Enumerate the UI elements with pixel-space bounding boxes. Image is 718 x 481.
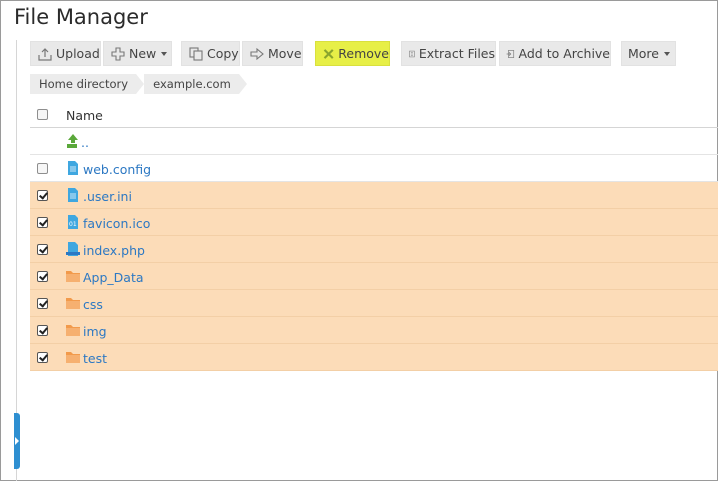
remove-button[interactable]: Remove [315,41,390,66]
chevron-down-icon [664,52,670,56]
side-panel-toggle[interactable] [14,413,20,469]
remove-label: Remove [338,46,389,61]
file-name[interactable]: .. [81,135,89,150]
svg-text:01: 01 [69,221,77,228]
file-name[interactable]: favicon.ico [83,216,150,231]
row-checkbox[interactable] [37,325,48,336]
move-button[interactable]: Move [242,41,303,66]
breadcrumb-domain[interactable]: example.com [144,74,247,94]
up-folder-icon [67,134,78,148]
new-label: New [129,46,157,61]
breadcrumb: Home directory example.com [30,74,247,94]
new-button[interactable]: New [103,41,172,66]
file-name[interactable]: App_Data [83,270,144,285]
file-name[interactable]: test [83,351,107,366]
page-title: File Manager [14,5,148,29]
folder-icon [66,298,80,309]
file-name[interactable]: .user.ini [83,189,132,204]
plus-icon [111,46,125,61]
add-to-archive-button[interactable]: Add to Archive [499,41,611,66]
table-header: Name [30,101,718,128]
move-arrow-icon [250,47,264,60]
php-file-icon [66,242,80,256]
extract-icon [409,50,415,57]
file-name[interactable]: web.config [83,162,151,177]
table-row[interactable]: index.php [30,236,718,263]
row-checkbox[interactable] [37,298,48,309]
table-row[interactable]: img [30,317,718,344]
upload-label: Upload [56,46,100,61]
folder-icon [66,325,80,336]
move-label: Move [268,46,302,61]
select-all-checkbox[interactable] [37,109,48,120]
table-row[interactable]: css [30,290,718,317]
chevron-down-icon [161,52,168,56]
row-checkbox[interactable] [37,352,48,363]
remove-x-icon [323,48,334,59]
archive-icon [506,49,515,58]
binary-file-icon: 01 [68,215,78,229]
table-row[interactable]: web.config [30,155,718,182]
name-column-header[interactable]: Name [66,108,103,123]
table-row[interactable]: 01 favicon.ico [30,209,718,236]
extract-files-button[interactable]: Extract Files [401,41,496,66]
file-name[interactable]: css [83,297,103,312]
folder-icon [66,352,80,363]
row-checkbox[interactable] [37,217,48,228]
file-name[interactable]: index.php [83,243,145,258]
file-name[interactable]: img [83,324,107,339]
archive-label: Add to Archive [518,46,610,61]
breadcrumb-home[interactable]: Home directory [30,74,145,94]
upload-icon [38,47,52,61]
upload-button[interactable]: Upload [30,41,101,66]
row-checkbox[interactable] [37,271,48,282]
table-row[interactable]: .. [30,128,718,155]
table-row[interactable]: test [30,344,718,371]
row-checkbox[interactable] [37,244,48,255]
file-table: Name .. web.config .user.ini 01 favicon.… [30,101,718,371]
table-row[interactable]: App_Data [30,263,718,290]
extract-label: Extract Files [418,46,495,61]
row-checkbox[interactable] [37,163,48,174]
copy-icon [189,46,203,61]
table-row[interactable]: .user.ini [30,182,718,209]
row-checkbox[interactable] [37,190,48,201]
more-button[interactable]: More [621,41,676,66]
folder-icon [66,271,80,282]
copy-button[interactable]: Copy [181,41,240,66]
copy-label: Copy [207,46,239,61]
file-icon [68,161,78,175]
file-icon [68,188,78,202]
more-label: More [628,46,659,61]
